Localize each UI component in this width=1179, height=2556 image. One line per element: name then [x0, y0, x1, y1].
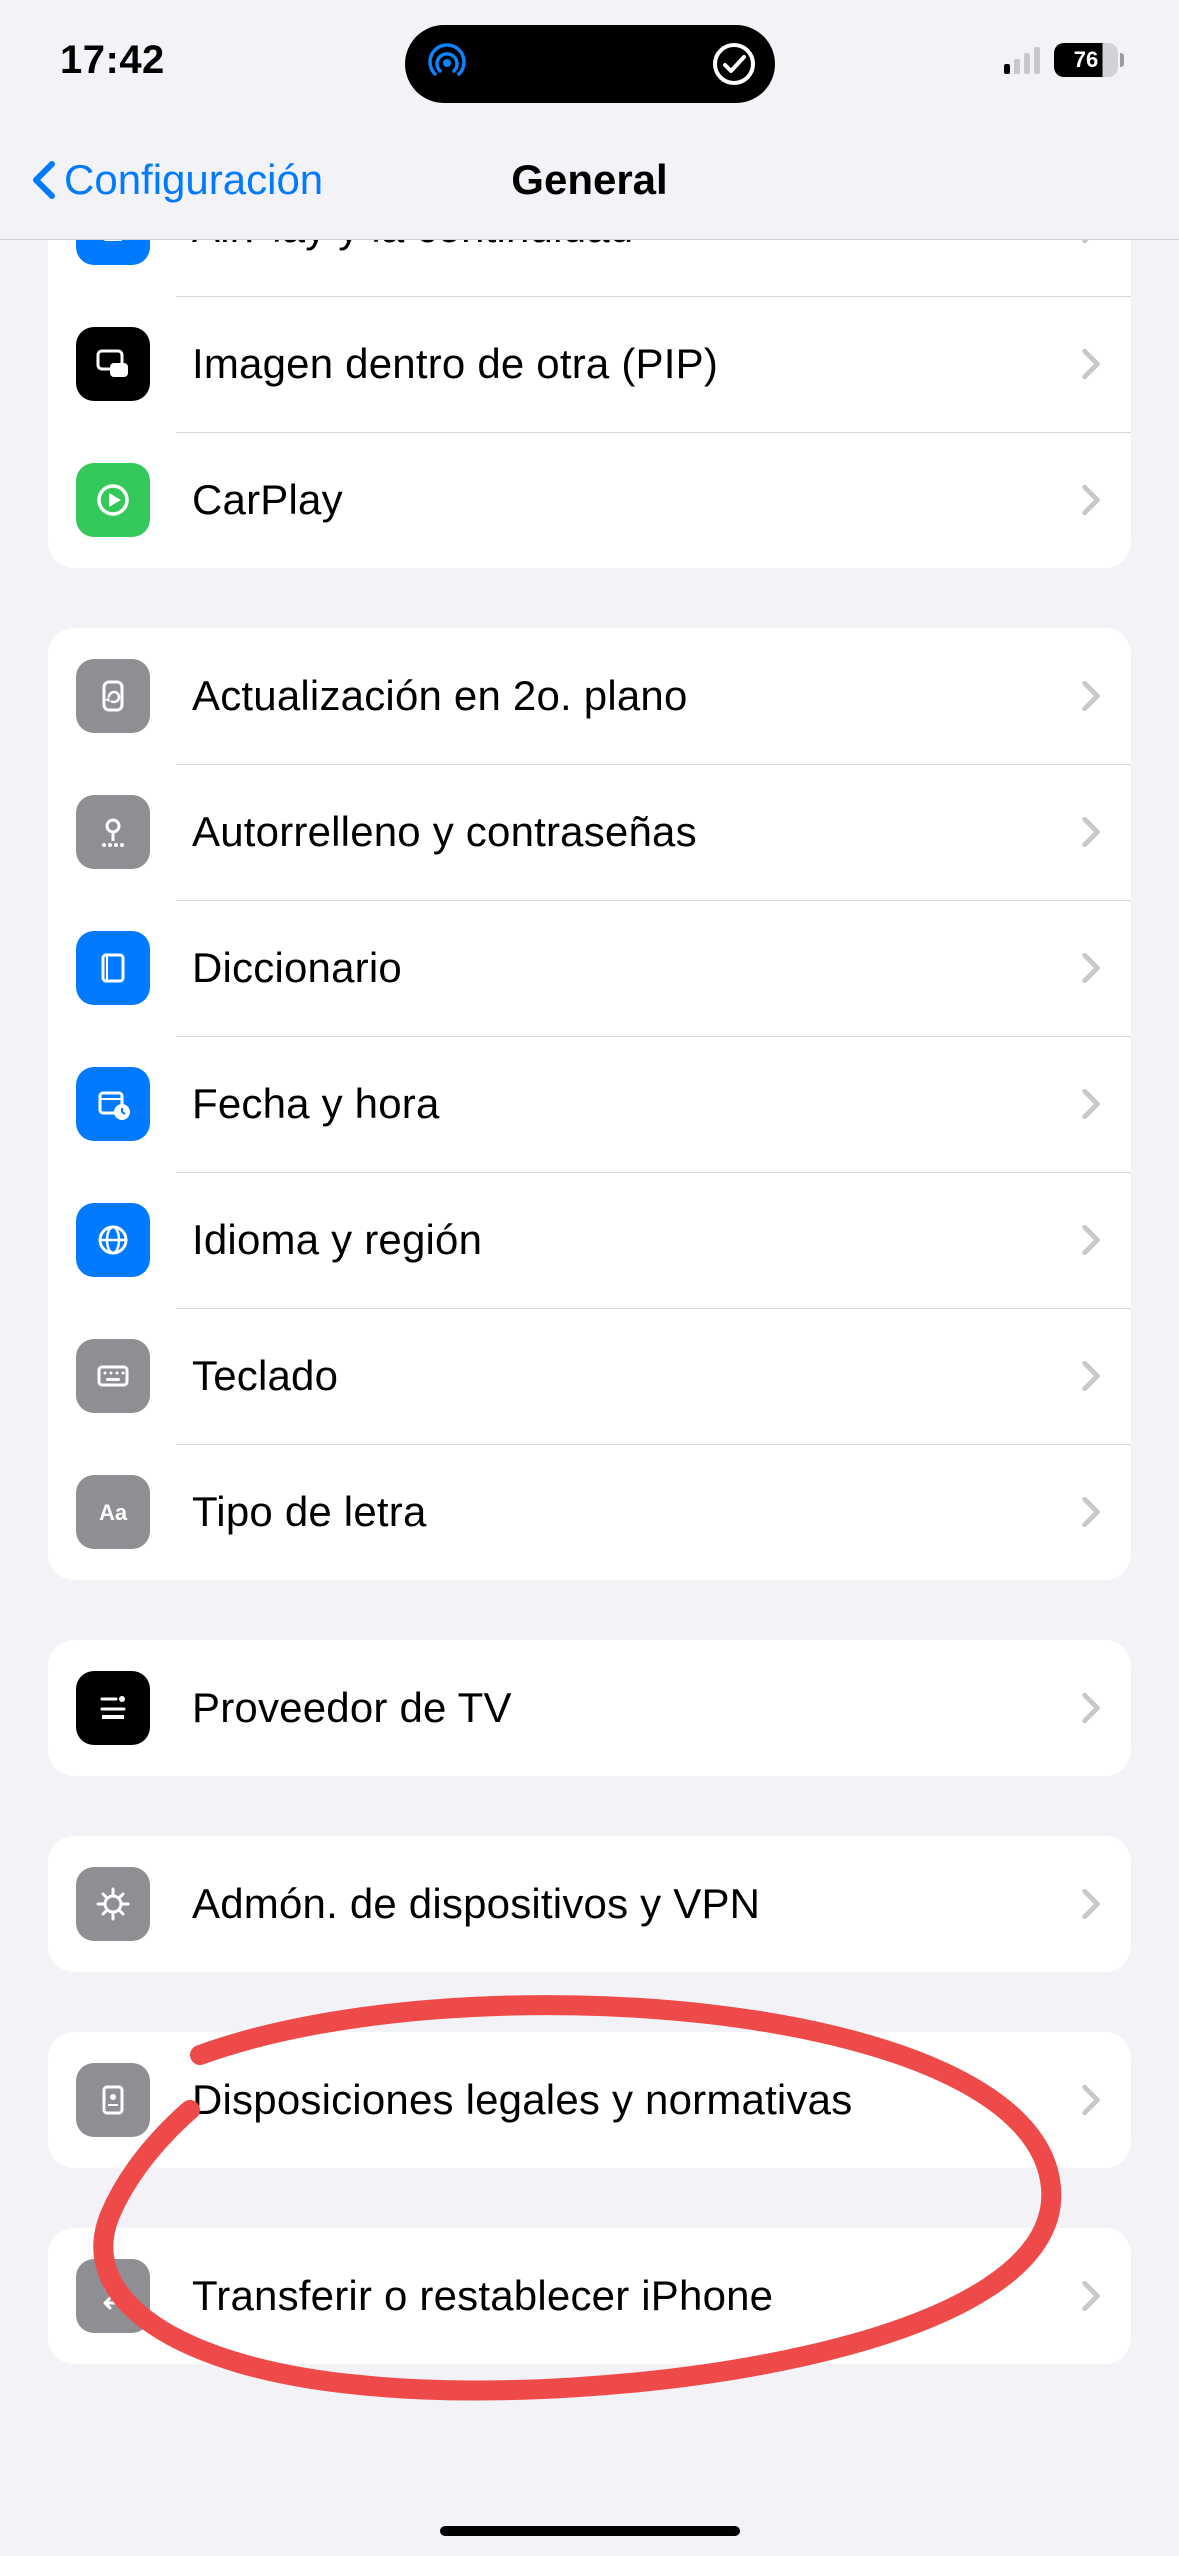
key-icon: [76, 795, 150, 869]
row-date-time[interactable]: Fecha y hora: [48, 1036, 1131, 1172]
status-bar: 17:42 76: [0, 0, 1179, 120]
checkmark-circle-icon: [711, 41, 757, 87]
chevron-right-icon: [1081, 1088, 1101, 1120]
settings-group: Actualización en 2o. plano Autorrelleno …: [48, 628, 1131, 1580]
row-label: Admón. de dispositivos y VPN: [192, 1880, 1069, 1928]
row-airplay[interactable]: AirPlay y la continuidad: [48, 240, 1131, 296]
chevron-right-icon: [1081, 1360, 1101, 1392]
keyboard-icon: [76, 1339, 150, 1413]
row-label: Actualización en 2o. plano: [192, 672, 1069, 720]
chevron-right-icon: [1081, 680, 1101, 712]
transfer-icon: [76, 2259, 150, 2333]
settings-scroll[interactable]: AirPlay y la continuidad Imagen dentro d…: [0, 240, 1179, 2556]
chevron-right-icon: [1081, 1888, 1101, 1920]
row-legal-regulatory[interactable]: Disposiciones legales y normativas: [48, 2032, 1131, 2168]
row-autofill-passwords[interactable]: Autorrelleno y contraseñas: [48, 764, 1131, 900]
row-transfer-reset[interactable]: Transferir o restablecer iPhone: [48, 2228, 1131, 2364]
chevron-right-icon: [1081, 952, 1101, 984]
chevron-left-icon: [30, 158, 58, 202]
chevron-right-icon: [1081, 1224, 1101, 1256]
chevron-right-icon: [1081, 1692, 1101, 1724]
settings-group: Disposiciones legales y normativas: [48, 2032, 1131, 2168]
pip-icon: [76, 327, 150, 401]
back-button[interactable]: Configuración: [30, 156, 323, 204]
cellular-signal-icon: [1004, 46, 1040, 74]
settings-group: Proveedor de TV: [48, 1640, 1131, 1776]
settings-group: AirPlay y la continuidad Imagen dentro d…: [48, 240, 1131, 568]
certificate-icon: [76, 2063, 150, 2137]
row-label: AirPlay y la continuidad: [192, 240, 1069, 252]
chevron-right-icon: [1081, 2084, 1101, 2116]
row-label: Disposiciones legales y normativas: [192, 2076, 1069, 2124]
refresh-icon: [76, 659, 150, 733]
svg-text:Aa: Aa: [99, 1500, 128, 1525]
row-label: Fecha y hora: [192, 1080, 1069, 1128]
battery-percent: 76: [1054, 43, 1118, 77]
row-label: Imagen dentro de otra (PIP): [192, 340, 1069, 388]
battery-indicator: 76: [1054, 43, 1124, 77]
chevron-right-icon: [1081, 816, 1101, 848]
gear-icon: [76, 1867, 150, 1941]
back-label: Configuración: [64, 156, 323, 204]
settings-group: Transferir o restablecer iPhone: [48, 2228, 1131, 2364]
row-fonts[interactable]: Aa Tipo de letra: [48, 1444, 1131, 1580]
tv-provider-icon: [76, 1671, 150, 1745]
chevron-right-icon: [1081, 240, 1101, 244]
chevron-right-icon: [1081, 484, 1101, 516]
chevron-right-icon: [1081, 1496, 1101, 1528]
status-right: 76: [1004, 43, 1124, 77]
chevron-right-icon: [1081, 2280, 1101, 2312]
row-label: CarPlay: [192, 476, 1069, 524]
font-icon: Aa: [76, 1475, 150, 1549]
row-label: Teclado: [192, 1352, 1069, 1400]
airplay-icon: [76, 240, 150, 265]
row-label: Idioma y región: [192, 1216, 1069, 1264]
row-keyboard[interactable]: Teclado: [48, 1308, 1131, 1444]
status-time: 17:42: [60, 38, 165, 83]
book-icon: [76, 931, 150, 1005]
globe-icon: [76, 1203, 150, 1277]
chevron-right-icon: [1081, 348, 1101, 380]
row-pip[interactable]: Imagen dentro de otra (PIP): [48, 296, 1131, 432]
airdrop-icon: [423, 40, 471, 88]
nav-bar: Configuración General: [0, 120, 1179, 240]
dynamic-island: [405, 25, 775, 103]
page-title: General: [511, 156, 667, 204]
row-carplay[interactable]: CarPlay: [48, 432, 1131, 568]
row-label: Proveedor de TV: [192, 1684, 1069, 1732]
row-label: Transferir o restablecer iPhone: [192, 2272, 1069, 2320]
row-background-refresh[interactable]: Actualización en 2o. plano: [48, 628, 1131, 764]
row-language-region[interactable]: Idioma y región: [48, 1172, 1131, 1308]
row-tv-provider[interactable]: Proveedor de TV: [48, 1640, 1131, 1776]
home-indicator[interactable]: [440, 2526, 740, 2536]
settings-group: Admón. de dispositivos y VPN: [48, 1836, 1131, 1972]
row-label: Autorrelleno y contraseñas: [192, 808, 1069, 856]
calendar-clock-icon: [76, 1067, 150, 1141]
row-label: Diccionario: [192, 944, 1069, 992]
row-vpn-device-management[interactable]: Admón. de dispositivos y VPN: [48, 1836, 1131, 1972]
carplay-icon: [76, 463, 150, 537]
row-dictionary[interactable]: Diccionario: [48, 900, 1131, 1036]
row-label: Tipo de letra: [192, 1488, 1069, 1536]
